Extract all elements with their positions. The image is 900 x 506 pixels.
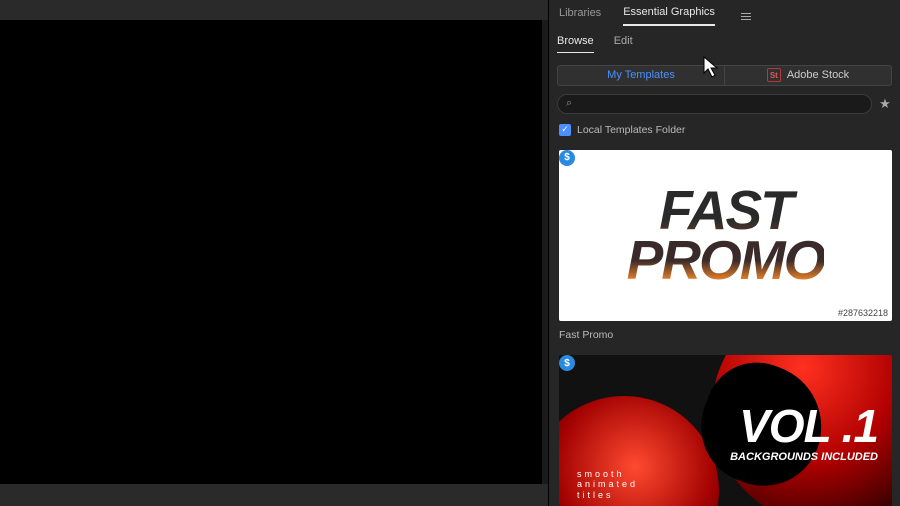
- template-card-vol1[interactable]: $ VOL .1 BACKGROUNDS INCLUDED smoothanim…: [559, 355, 892, 506]
- paid-badge-icon: $: [559, 355, 575, 371]
- search-input[interactable]: ⌕: [557, 94, 872, 114]
- filter-my-templates-label: My Templates: [607, 69, 675, 81]
- filter-adobe-stock-label: Adobe Stock: [787, 69, 849, 81]
- search-row: ⌕ ★: [557, 94, 892, 114]
- local-templates-checkbox[interactable]: ✓: [559, 124, 571, 136]
- filter-row: My Templates St Adobe Stock: [557, 65, 892, 86]
- search-icon: ⌕: [566, 97, 572, 110]
- local-templates-row[interactable]: ✓ Local Templates Folder: [559, 124, 892, 136]
- filter-adobe-stock[interactable]: St Adobe Stock: [725, 65, 892, 86]
- preview-canvas[interactable]: [0, 20, 542, 484]
- template-thumbnail-text: FAST PROMO: [627, 185, 825, 286]
- filter-my-templates[interactable]: My Templates: [557, 65, 725, 86]
- preview-footer-strip: [0, 484, 548, 506]
- preview-pane: [0, 0, 548, 506]
- paid-badge-icon: $: [559, 150, 575, 166]
- local-templates-label: Local Templates Folder: [577, 124, 685, 136]
- subtab-browse[interactable]: Browse: [557, 35, 594, 53]
- tab-libraries[interactable]: Libraries: [559, 7, 601, 25]
- favorites-star-icon[interactable]: ★: [878, 96, 892, 112]
- template-thumbnail-tagline: smoothanimatedtitles: [577, 469, 638, 500]
- adobe-stock-badge-icon: St: [767, 68, 781, 82]
- template-thumbnail-title: VOL .1: [739, 399, 878, 453]
- panel-tab-bar: Libraries Essential Graphics: [549, 0, 900, 27]
- app-root: Libraries Essential Graphics Browse Edit…: [0, 0, 900, 506]
- template-stock-id: #287632218: [838, 308, 888, 318]
- preview-header-strip: [0, 0, 548, 20]
- template-card-fast-promo[interactable]: $ FAST PROMO #287632218: [559, 150, 892, 322]
- templates-list: $ FAST PROMO #287632218 Fast Promo $ VOL…: [559, 150, 892, 506]
- subtab-edit[interactable]: Edit: [614, 35, 633, 52]
- essential-graphics-panel: Libraries Essential Graphics Browse Edit…: [548, 0, 900, 506]
- panel-subtab-bar: Browse Edit: [549, 27, 900, 53]
- tab-essential-graphics[interactable]: Essential Graphics: [623, 6, 715, 26]
- template-thumbnail-subtitle: BACKGROUNDS INCLUDED: [730, 451, 878, 463]
- template-caption: Fast Promo: [559, 327, 892, 349]
- panel-menu-icon[interactable]: [741, 13, 751, 20]
